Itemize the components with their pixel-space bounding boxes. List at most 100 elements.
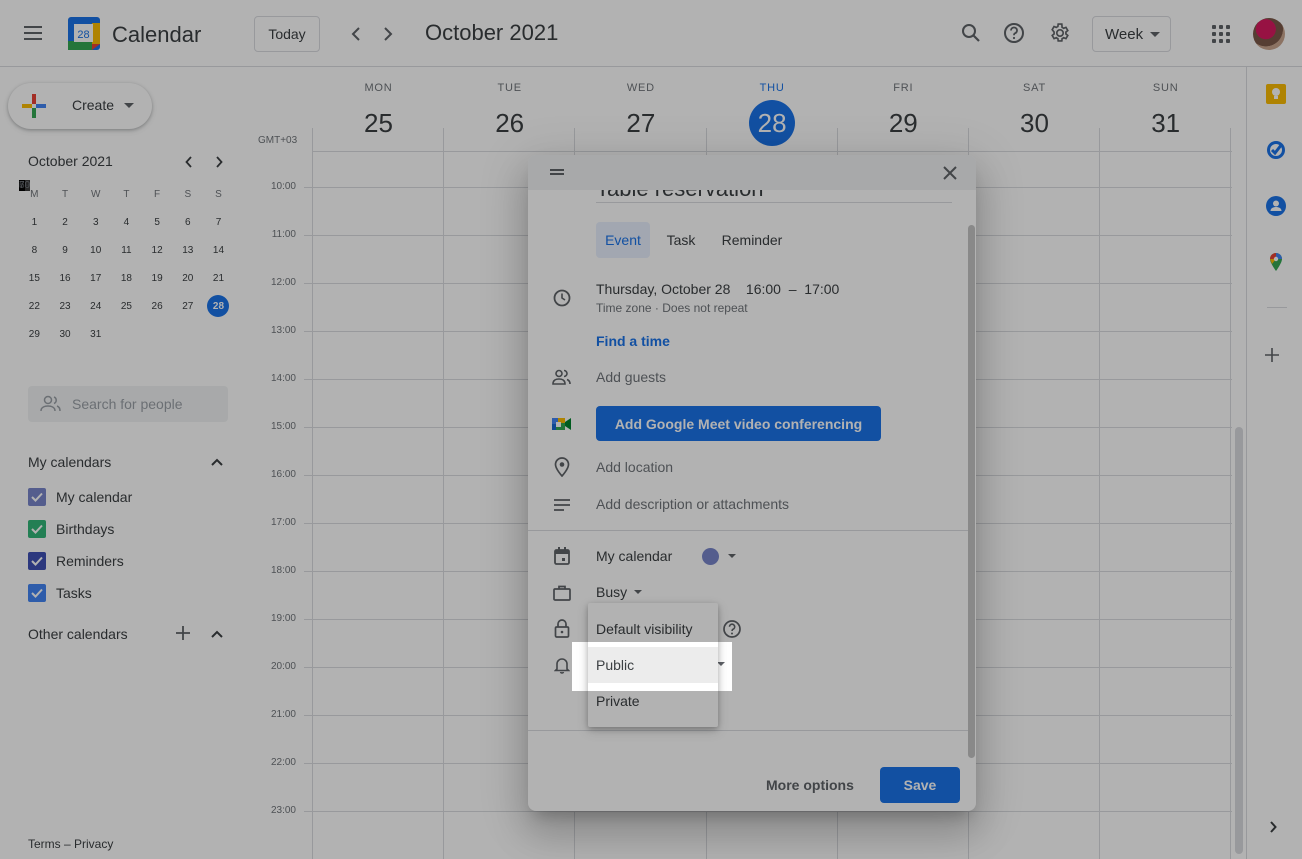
mini-day[interactable]: 8 <box>19 236 50 264</box>
account-avatar[interactable] <box>1253 18 1285 50</box>
mini-day[interactable]: 17 <box>80 264 111 292</box>
dialog-scrollbar[interactable] <box>968 225 975 758</box>
day-number[interactable]: 25 <box>356 100 402 146</box>
color-caret-icon[interactable] <box>728 554 736 558</box>
calendar-item[interactable]: Reminders <box>28 549 124 573</box>
get-addons-button[interactable] <box>1265 342 1279 368</box>
today-button[interactable]: Today <box>254 16 320 52</box>
day-header[interactable]: TUE 26 <box>444 82 575 146</box>
mini-day[interactable]: 14 <box>203 236 234 264</box>
my-calendars-collapse-button[interactable] <box>209 454 225 470</box>
add-guests-field[interactable]: Add guests <box>596 369 666 385</box>
mini-day[interactable]: 6 <box>172 208 203 236</box>
add-google-meet-button[interactable]: Add Google Meet video conferencing <box>596 406 881 441</box>
mini-day[interactable]: 27 <box>172 292 203 320</box>
calendar-checkbox[interactable] <box>28 520 46 538</box>
day-number[interactable]: 26 <box>487 100 533 146</box>
calendar-item[interactable]: Tasks <box>28 581 92 605</box>
day-header[interactable]: WED 27 <box>575 82 706 146</box>
calendar-item[interactable]: Birthdays <box>28 517 114 541</box>
mini-day[interactable]: 30 <box>50 320 81 348</box>
keep-button[interactable] <box>1266 84 1286 104</box>
mini-day[interactable]: 23 <box>50 292 81 320</box>
mini-day[interactable]: 19 <box>142 264 173 292</box>
event-date-time[interactable]: Thursday, October 28 16:00 – 17:00 <box>596 281 839 297</box>
settings-button[interactable] <box>1047 20 1073 46</box>
mini-day[interactable]: 31 <box>80 320 111 348</box>
day-header[interactable]: SAT 30 <box>969 82 1100 146</box>
mini-day[interactable]: 12 <box>142 236 173 264</box>
grid-scrollbar[interactable] <box>1235 427 1243 854</box>
mini-day[interactable]: 3 <box>80 208 111 236</box>
tab-event[interactable]: Event <box>596 222 650 258</box>
mini-day[interactable]: 13 <box>172 236 203 264</box>
more-options-button[interactable]: More options <box>766 767 854 803</box>
create-button[interactable]: Create <box>8 83 152 129</box>
show-side-panel-button[interactable] <box>1269 820 1277 838</box>
main-menu-button[interactable] <box>24 23 46 43</box>
find-a-time-link[interactable]: Find a time <box>596 333 670 349</box>
calendar-select[interactable]: My calendar <box>596 548 672 564</box>
other-calendars-collapse-button[interactable] <box>209 626 225 642</box>
add-description-field[interactable]: Add description or attachments <box>596 496 789 512</box>
visibility-option-default[interactable]: Default visibility <box>588 611 718 647</box>
mini-day[interactable]: 9 <box>50 236 81 264</box>
terms-link[interactable]: Terms <box>28 837 61 851</box>
tab-reminder[interactable]: Reminder <box>712 222 792 258</box>
mini-day[interactable]: 24 <box>80 292 111 320</box>
mini-day[interactable]: 10 <box>80 236 111 264</box>
mini-day[interactable]: 5 <box>142 208 173 236</box>
people-search[interactable] <box>28 386 228 422</box>
calendar-checkbox[interactable] <box>28 552 46 570</box>
day-header[interactable]: SUN 31 <box>1100 82 1231 146</box>
day-number[interactable]: 30 <box>1012 100 1058 146</box>
mini-day[interactable]: 21 <box>203 264 234 292</box>
other-calendars-heading[interactable]: Other calendars <box>28 626 128 642</box>
add-other-calendar-button[interactable] <box>175 625 191 641</box>
availability-caret-icon[interactable] <box>634 590 642 594</box>
tasks-button[interactable] <box>1266 140 1286 160</box>
mini-day[interactable]: 1 <box>19 208 50 236</box>
next-week-button[interactable] <box>374 20 402 48</box>
availability-select[interactable]: Busy <box>596 584 627 600</box>
calendar-logo-icon[interactable]: 28 <box>68 17 100 50</box>
tab-task[interactable]: Task <box>658 222 704 258</box>
save-button[interactable]: Save <box>880 767 960 803</box>
calendar-checkbox[interactable] <box>28 584 46 602</box>
prev-week-button[interactable] <box>342 20 370 48</box>
view-selector[interactable]: Week <box>1092 16 1171 52</box>
people-search-input[interactable] <box>72 394 222 414</box>
privacy-link[interactable]: Privacy <box>74 837 113 851</box>
mini-day[interactable]: 11 <box>111 236 142 264</box>
visibility-option-private[interactable]: Private <box>588 683 718 719</box>
mini-day[interactable]: 4 <box>111 208 142 236</box>
calendar-checkbox[interactable] <box>28 488 46 506</box>
mini-day[interactable]: 16 <box>50 264 81 292</box>
calendar-item[interactable]: My calendar <box>28 485 132 509</box>
mini-day[interactable]: 25 <box>111 292 142 320</box>
maps-button[interactable] <box>1266 252 1286 272</box>
my-calendars-heading[interactable]: My calendars <box>28 454 111 470</box>
day-number[interactable]: 31 <box>1143 100 1189 146</box>
time-zone-link[interactable]: Time zone <box>596 301 652 315</box>
mini-day[interactable]: 22 <box>19 292 50 320</box>
drag-handle-icon[interactable] <box>550 169 564 175</box>
mini-day[interactable]: 7 <box>203 208 234 236</box>
day-number[interactable]: 27 <box>618 100 664 146</box>
close-dialog-button[interactable] <box>938 161 962 185</box>
day-header[interactable]: FRI 29 <box>838 82 969 146</box>
mini-day[interactable]: 18 <box>111 264 142 292</box>
day-header[interactable]: THU 28 <box>707 82 838 146</box>
help-button[interactable] <box>1001 20 1027 46</box>
mini-day[interactable]: 28 <box>203 292 234 320</box>
repeat-option[interactable]: Does not repeat <box>662 301 747 315</box>
mini-day[interactable]: 2 <box>50 208 81 236</box>
mini-prev-month-button[interactable] <box>179 152 199 172</box>
google-apps-button[interactable] <box>1212 25 1230 43</box>
visibility-option-public[interactable]: Public <box>588 647 718 683</box>
mini-day[interactable]: 26 <box>142 292 173 320</box>
mini-day[interactable]: 15 <box>19 264 50 292</box>
visibility-help-button[interactable] <box>722 619 742 639</box>
day-header[interactable]: MON 25 <box>313 82 444 146</box>
search-button[interactable] <box>958 20 984 46</box>
